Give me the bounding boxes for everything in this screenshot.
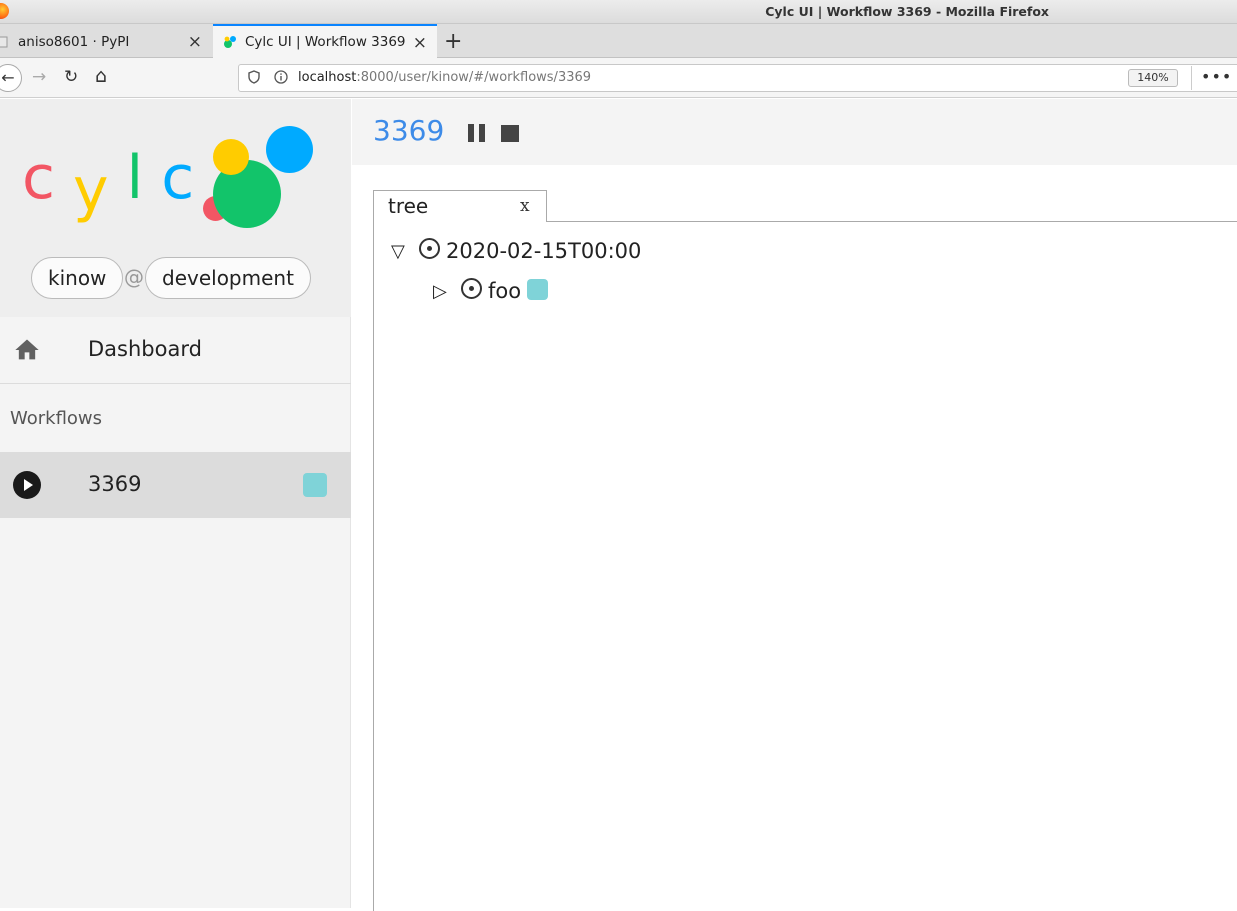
navigation-bar: ← → ↻ ⌂ localhost:8000/user/kinow/#/work…	[0, 58, 1237, 98]
collapse-triangle-icon[interactable]: ▽	[391, 241, 415, 262]
tab-label: Cylc UI | Workflow 3369	[245, 34, 406, 50]
workflow-name: 3369	[88, 472, 142, 496]
tab-tree[interactable]: tree x	[373, 190, 547, 222]
sidebar: cylc kinow @ development Dashboard Workf…	[0, 99, 351, 908]
tracking-shield-icon	[248, 70, 260, 84]
workflows-section-heading: Workflows	[10, 408, 103, 429]
cylc-favicon-icon	[224, 36, 236, 48]
url-host: localhost	[298, 70, 357, 85]
user-chip[interactable]: kinow	[31, 257, 124, 299]
pypi-favicon-icon	[0, 36, 8, 47]
cyclepoint-label: 2020-02-15T00:00	[446, 239, 642, 263]
sidebar-item-label: Dashboard	[88, 337, 202, 361]
tab-close-icon[interactable]: ×	[413, 33, 427, 53]
sidebar-item-dashboard[interactable]: Dashboard	[0, 317, 351, 384]
tree-view-panel	[373, 221, 1237, 911]
logo-letter-c: c	[22, 143, 73, 213]
url-text[interactable]: localhost:8000/user/kinow/#/workflows/33…	[298, 70, 591, 85]
pause-icon[interactable]	[468, 124, 486, 142]
logo-dot-blue	[266, 126, 313, 173]
page-title: 3369	[373, 114, 445, 147]
browser-tab-pypi[interactable]: aniso8601 · PyPI ×	[0, 25, 212, 58]
logo-letter-l: l	[126, 143, 162, 213]
task-name: foo	[488, 279, 522, 303]
page-actions-more-icon[interactable]: •••	[1201, 67, 1232, 86]
close-tab-button[interactable]: x	[520, 196, 530, 216]
workflow-view: tree x	[352, 165, 1237, 911]
new-tab-button[interactable]: +	[444, 29, 462, 54]
tab-label: aniso8601 · PyPI	[18, 33, 130, 50]
home-button[interactable]: ⌂	[95, 65, 107, 87]
url-bar-divider	[1191, 66, 1192, 90]
logo-letter-y: y	[73, 155, 127, 225]
url-bar[interactable]: localhost:8000/user/kinow/#/workflows/33…	[238, 64, 1237, 92]
cylc-logo-area: cylc kinow @ development	[0, 99, 351, 317]
reload-button[interactable]: ↻	[64, 67, 78, 87]
window-titlebar: Cylc UI | Workflow 3369 - Mozilla Firefo…	[0, 0, 1237, 24]
expand-triangle-icon[interactable]: ▷	[433, 281, 457, 302]
home-icon	[15, 339, 39, 360]
tab-label: tree	[388, 194, 429, 218]
cyclepoint-status-icon	[419, 237, 440, 259]
running-play-icon	[13, 471, 41, 499]
tab-close-icon[interactable]: ×	[188, 32, 202, 52]
task-status-icon	[461, 277, 482, 299]
tree-row-cyclepoint[interactable]: ▽ 2020-02-15T00:00	[391, 237, 642, 263]
logo-dot-yellow	[213, 139, 249, 175]
at-sign: @	[124, 265, 144, 289]
sidebar-item-workflow-3369[interactable]: 3369	[0, 452, 351, 518]
browser-tab-cylc[interactable]: Cylc UI | Workflow 3369 ×	[213, 24, 437, 58]
job-status-badge[interactable]	[527, 278, 549, 300]
job-status-badge	[303, 473, 327, 497]
url-path: :8000/user/kinow/#/workflows/3369	[356, 70, 592, 85]
tab-strip: aniso8601 · PyPI × Cylc UI | Workflow 33…	[0, 24, 1237, 58]
back-button[interactable]: ←	[0, 64, 22, 92]
site-info-icon[interactable]	[274, 70, 288, 84]
zoom-level-badge[interactable]: 140%	[1128, 69, 1178, 87]
cylc-logo-text: cylc	[22, 143, 212, 225]
forward-button[interactable]: →	[32, 67, 46, 87]
stop-icon[interactable]	[501, 125, 519, 142]
tree-row-task[interactable]: ▷ foo	[433, 277, 549, 303]
environment-chip[interactable]: development	[145, 257, 311, 299]
window-title: Cylc UI | Workflow 3369 - Mozilla Firefo…	[765, 4, 1049, 19]
